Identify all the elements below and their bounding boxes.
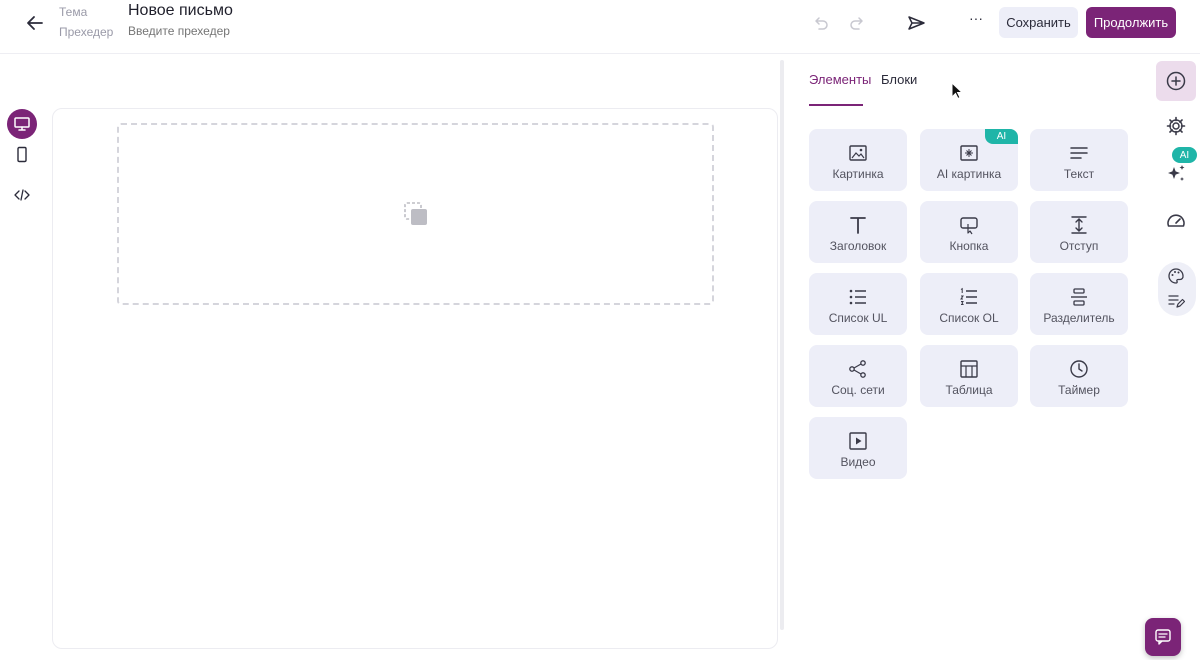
palette-icon [1168, 268, 1184, 284]
edit-list-icon [1168, 295, 1185, 308]
element-label: AI картинка [936, 167, 1002, 181]
element-label: Кнопка [949, 239, 989, 253]
text-lines-icon [1070, 147, 1088, 159]
element-table[interactable]: Таблица [920, 345, 1018, 407]
element-ai-image[interactable]: AI AI картинка [920, 129, 1018, 191]
code-view-button[interactable] [7, 180, 37, 210]
bullet-list-icon [849, 289, 866, 305]
spacer-icon [1071, 216, 1087, 234]
mobile-view-button[interactable] [7, 140, 37, 170]
ai-badge: AI [985, 129, 1018, 144]
chat-icon [1155, 629, 1171, 645]
element-divider[interactable]: Разделитель [1030, 273, 1128, 335]
mobile-icon [17, 146, 27, 163]
clock-icon [1070, 360, 1088, 378]
element-spacer[interactable]: Отступ [1030, 201, 1128, 263]
element-label: Видео [840, 455, 876, 469]
element-label: Соц. сети [831, 383, 885, 397]
preheader-input[interactable] [128, 24, 328, 38]
plus-circle-icon [1166, 71, 1186, 91]
element-button[interactable]: Кнопка [920, 201, 1018, 263]
subject-field[interactable]: Новое письмо [128, 2, 233, 20]
add-elements-button[interactable] [1156, 61, 1196, 101]
placeholder-block-icon [403, 202, 427, 225]
element-label: Заголовок [829, 239, 887, 253]
chat-support-button[interactable] [1145, 618, 1181, 656]
button-icon [960, 217, 978, 235]
send-icon[interactable] [906, 13, 926, 33]
undo-icon[interactable] [810, 13, 830, 33]
table-icon [960, 360, 978, 378]
tab-blocks[interactable]: Блоки [881, 72, 917, 87]
tab-elements[interactable]: Элементы [809, 72, 871, 87]
element-label: Таблица [945, 383, 993, 397]
share-icon [849, 360, 866, 378]
element-label: Текст [1063, 167, 1095, 181]
ai-image-icon [960, 145, 978, 161]
element-text[interactable]: Текст [1030, 129, 1128, 191]
active-tab-indicator [809, 104, 863, 106]
element-label: Отступ [1059, 239, 1099, 253]
preheader-label: Прехедер [59, 25, 114, 39]
element-label: Список OL [939, 311, 999, 325]
desktop-icon [14, 117, 30, 131]
ai-assistant-button[interactable] [1156, 154, 1196, 194]
element-social[interactable]: Соц. сети [809, 345, 907, 407]
redo-icon[interactable] [848, 13, 868, 33]
divider-icon [1071, 288, 1087, 306]
numbered-list-icon [960, 287, 977, 305]
edit-styles-button[interactable] [1157, 284, 1195, 318]
continue-button[interactable]: Продолжить [1086, 7, 1176, 38]
sparkles-icon [1168, 165, 1185, 181]
image-icon [849, 145, 867, 161]
element-heading[interactable]: Заголовок [809, 201, 907, 263]
element-label: Список UL [828, 311, 888, 325]
back-arrow-icon[interactable] [24, 12, 46, 34]
email-canvas[interactable] [52, 108, 778, 649]
canvas-scrollbar[interactable] [780, 60, 784, 630]
speedometer-icon [1167, 214, 1185, 227]
block-dropzone[interactable] [117, 123, 714, 305]
element-video[interactable]: Видео [809, 417, 907, 479]
gear-icon [1166, 116, 1186, 136]
element-label: Таймер [1058, 383, 1100, 397]
element-numbered-list[interactable]: Список OL [920, 273, 1018, 335]
video-icon [849, 432, 867, 450]
top-bar: Тема Прехедер Новое письмо ··· Сохранить… [0, 0, 1200, 54]
element-bullet-list[interactable]: Список UL [809, 273, 907, 335]
more-options-icon[interactable]: ··· [966, 10, 986, 30]
mouse-cursor-icon [951, 82, 963, 100]
element-timer[interactable]: Таймер [1030, 345, 1128, 407]
element-label: Разделитель [1043, 311, 1115, 325]
desktop-view-button[interactable] [7, 109, 37, 139]
element-label: Картинка [832, 167, 884, 181]
subject-label: Тема [59, 5, 88, 19]
save-button[interactable]: Сохранить [999, 7, 1078, 38]
element-image[interactable]: Картинка [809, 129, 907, 191]
settings-button[interactable] [1156, 106, 1196, 146]
code-icon [14, 189, 30, 201]
heading-icon [850, 217, 866, 234]
speed-button[interactable] [1156, 202, 1196, 242]
